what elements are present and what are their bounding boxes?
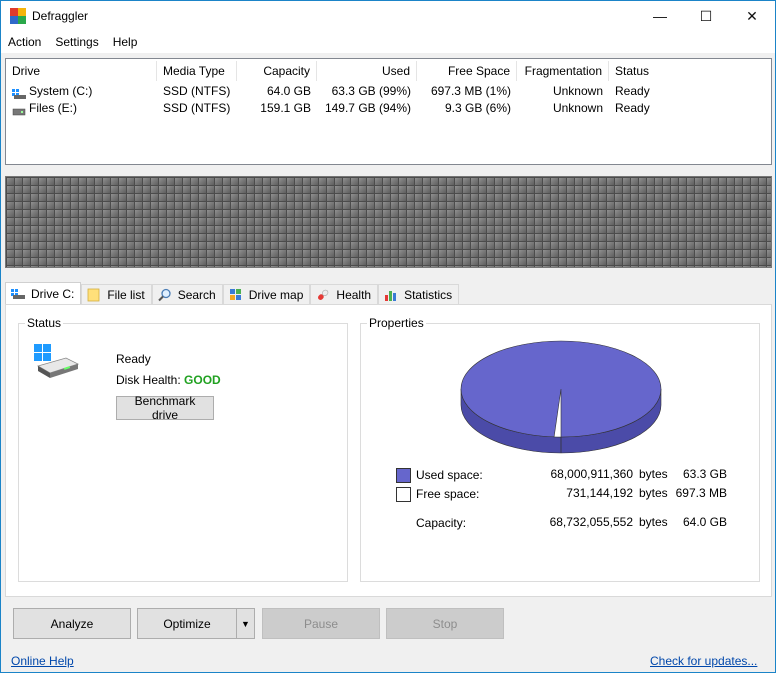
- analyze-button[interactable]: Analyze: [13, 608, 131, 639]
- optimize-button[interactable]: Optimize ▼: [137, 608, 255, 639]
- fragmentation-cell: Unknown: [552, 84, 603, 98]
- fragmentation-cell: Unknown: [552, 101, 603, 115]
- folder-icon: [87, 288, 101, 302]
- media-type-cell: SSD (NTFS): [163, 101, 231, 115]
- defraggler-logo-icon: [10, 8, 26, 24]
- pause-button[interactable]: Pause: [262, 608, 380, 639]
- tab-label: Health: [336, 287, 372, 302]
- used-space-human: 63.3 GB: [682, 467, 727, 481]
- optimize-dropdown-arrow-icon[interactable]: ▼: [236, 609, 254, 638]
- used-cell: 149.7 GB (94%): [324, 101, 411, 115]
- tab-strip: Drive C: File list Search Drive map Heal…: [5, 282, 460, 304]
- tab-label: Drive C:: [31, 286, 75, 301]
- windows-drive-large-icon: [34, 344, 80, 383]
- minimize-button[interactable]: —: [637, 1, 683, 31]
- menu-help[interactable]: Help: [106, 35, 145, 49]
- tab-statistics[interactable]: Statistics: [378, 284, 460, 304]
- capacity-unit: bytes: [639, 515, 668, 529]
- pill-icon: [316, 288, 330, 302]
- menu-bar: Action Settings Help: [1, 31, 775, 53]
- capacity-human: 64.0 GB: [682, 515, 727, 529]
- column-used[interactable]: Used: [317, 61, 417, 81]
- drive-list-header: Drive Media Type Capacity Used Free Spac…: [6, 59, 771, 83]
- tab-label: Statistics: [404, 287, 453, 302]
- disk-health-value: GOOD: [184, 373, 221, 387]
- capacity-label: Capacity:: [416, 516, 467, 530]
- drive-list[interactable]: Drive Media Type Capacity Used Free Spac…: [5, 58, 772, 165]
- magnifier-icon: [157, 288, 172, 302]
- disk-usage-pie-chart: [460, 340, 662, 454]
- column-capacity[interactable]: Capacity: [237, 61, 317, 81]
- window-title: Defraggler: [32, 9, 89, 23]
- drive-name: Files (E:): [29, 101, 77, 115]
- used-cell: 63.3 GB (99%): [331, 84, 411, 98]
- column-free-space[interactable]: Free Space: [417, 61, 517, 81]
- maximize-button[interactable]: ☐: [683, 1, 729, 31]
- status-cell: Ready: [615, 101, 650, 115]
- capacity-bytes: 68,732,055,552: [549, 515, 633, 529]
- menu-settings[interactable]: Settings: [48, 35, 105, 49]
- free-space-bytes: 731,144,192: [566, 486, 633, 500]
- hard-drive-icon: [12, 104, 26, 116]
- used-space-unit: bytes: [639, 467, 668, 481]
- column-media-type[interactable]: Media Type: [157, 61, 237, 81]
- capacity-cell: 64.0 GB: [266, 84, 311, 98]
- status-cell: Ready: [615, 84, 650, 98]
- menu-action[interactable]: Action: [1, 35, 48, 49]
- drive-icon: [11, 287, 25, 301]
- tab-label: Search: [177, 287, 216, 302]
- media-type-cell: SSD (NTFS): [163, 84, 231, 98]
- drive-cell: Files (E:): [6, 100, 157, 117]
- legend-used: Used space:: [396, 467, 483, 483]
- disk-health-line: Disk Health: GOOD: [116, 373, 221, 387]
- free-space-label: Free space:: [416, 487, 480, 501]
- check-updates-link[interactable]: Check for updates...: [650, 654, 757, 668]
- tab-drive-map[interactable]: Drive map: [222, 284, 311, 304]
- used-space-swatch: [396, 467, 411, 483]
- drive-block-map[interactable]: [5, 176, 772, 268]
- used-space-label: Used space:: [416, 468, 483, 482]
- online-help-link[interactable]: Online Help: [11, 654, 74, 668]
- benchmark-drive-button[interactable]: Benchmark drive: [116, 394, 214, 422]
- drive-cell: System (C:): [6, 83, 157, 100]
- tab-label: Drive map: [248, 287, 304, 302]
- used-space-bytes: 68,000,911,360: [550, 467, 633, 481]
- column-drive[interactable]: Drive: [6, 61, 157, 81]
- free-space-cell: 697.3 MB (1%): [430, 84, 511, 98]
- free-space-swatch: [396, 486, 411, 502]
- drive-row-e[interactable]: Files (E:) SSD (NTFS) 159.1 GB 149.7 GB …: [6, 100, 771, 117]
- app-window: Defraggler — ☐ ✕ Action Settings Help Dr…: [0, 0, 776, 673]
- status-group-title: Status: [25, 316, 64, 330]
- free-space-human: 697.3 MB: [675, 486, 727, 500]
- tab-search[interactable]: Search: [151, 284, 223, 304]
- free-space-cell: 9.3 GB (6%): [444, 101, 511, 115]
- status-group: Status Ready Disk Health: GOOD Benchmark…: [18, 316, 348, 582]
- column-status[interactable]: Status: [609, 61, 769, 81]
- optimize-label: Optimize: [163, 616, 211, 631]
- bar-chart-icon: [384, 288, 398, 302]
- drive-state-text: Ready: [116, 352, 151, 366]
- capacity-cell: 159.1 GB: [260, 101, 311, 115]
- tab-file-list[interactable]: File list: [81, 284, 152, 304]
- drive-tab-panel: Status Ready Disk Health: GOOD Benchmark…: [5, 304, 772, 597]
- title-bar: Defraggler — ☐ ✕: [1, 1, 775, 31]
- close-button[interactable]: ✕: [729, 1, 775, 31]
- windows-drive-icon: [12, 87, 26, 99]
- column-fragmentation[interactable]: Fragmentation: [517, 61, 609, 81]
- properties-group: Properties Used space: 68,000,911,360 by…: [360, 316, 760, 582]
- stop-button[interactable]: Stop: [386, 608, 504, 639]
- tab-health[interactable]: Health: [310, 284, 379, 304]
- drive-map-icon: [229, 288, 243, 302]
- drive-row-c[interactable]: System (C:) SSD (NTFS) 64.0 GB 63.3 GB (…: [6, 83, 771, 100]
- tab-drive-c[interactable]: Drive C:: [5, 282, 82, 304]
- legend-free: Free space:: [396, 486, 479, 502]
- drive-name: System (C:): [29, 84, 93, 98]
- tab-label: File list: [107, 287, 145, 302]
- disk-health-label: Disk Health:: [116, 373, 181, 387]
- free-space-unit: bytes: [639, 486, 668, 500]
- properties-group-title: Properties: [367, 316, 426, 330]
